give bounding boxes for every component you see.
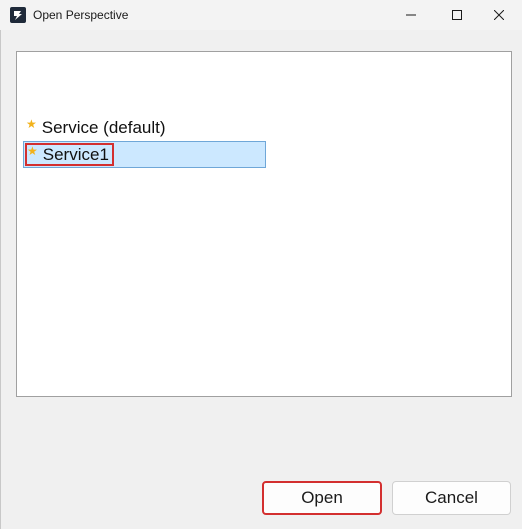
app-logo-icon <box>10 7 26 23</box>
open-button[interactable]: Open <box>262 481 382 515</box>
maximize-icon <box>452 10 462 20</box>
perspective-list[interactable]: ★ Service (default) ★ Service1 <box>16 51 512 397</box>
open-perspective-dialog: Open Perspective ★ Service (default) ★ S… <box>0 0 522 529</box>
minimize-button[interactable] <box>388 0 434 30</box>
star-icon: ★ <box>26 117 37 131</box>
close-icon <box>494 10 504 20</box>
perspective-item-service-default[interactable]: ★ Service (default) <box>23 115 323 141</box>
maximize-button[interactable] <box>434 0 480 30</box>
window-left-border <box>0 30 1 529</box>
window-title: Open Perspective <box>33 8 129 22</box>
star-icon: ★ <box>27 143 38 158</box>
close-button[interactable] <box>476 0 522 30</box>
cancel-button[interactable]: Cancel <box>392 481 511 515</box>
perspective-label: Service (default) <box>41 118 166 137</box>
minimize-icon <box>406 14 416 16</box>
perspective-label: Service1 <box>42 144 109 164</box>
perspective-item-service1[interactable]: ★ Service1 <box>23 141 266 168</box>
title-bar: Open Perspective <box>0 0 522 30</box>
